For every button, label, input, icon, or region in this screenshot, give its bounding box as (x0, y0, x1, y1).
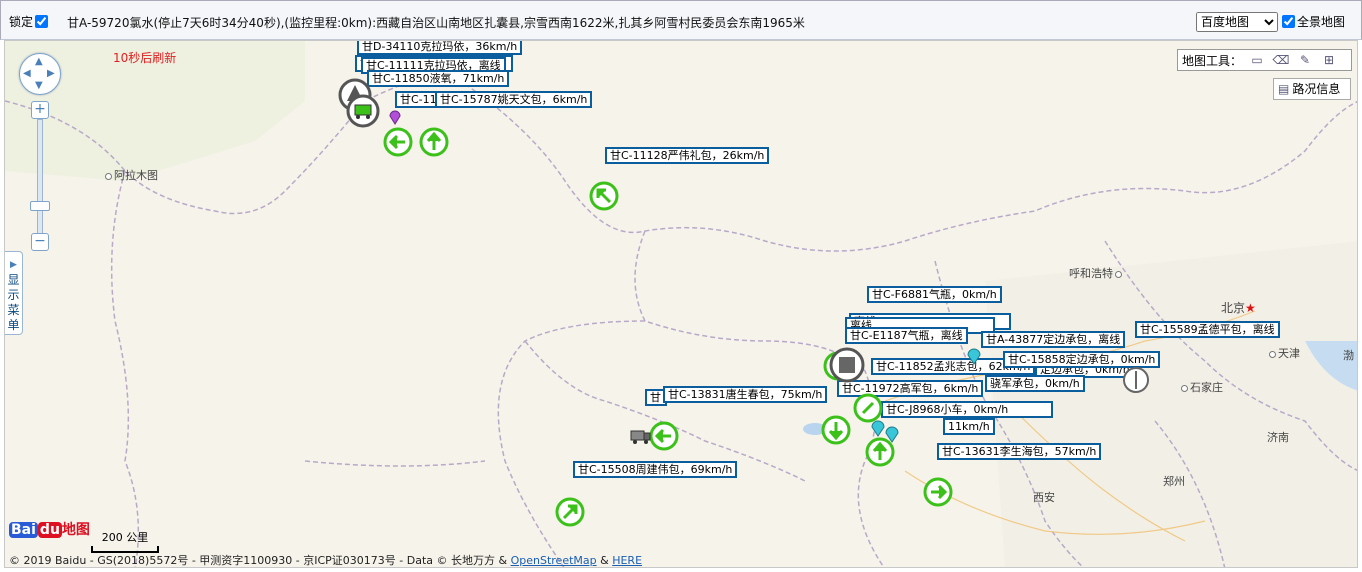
zoom-in-button[interactable]: + (31, 101, 49, 119)
zoom-slider-handle[interactable] (30, 201, 50, 211)
vehicle-label[interactable]: 甘C-F6881气瓶，0km/h (867, 286, 1002, 303)
vehicle-label[interactable]: 甘C-11128严伟礼包，26km/h (605, 147, 770, 164)
city-hohhot: 呼和浩特 (1069, 265, 1124, 281)
copyright-amp: & (600, 554, 609, 567)
eraser-icon[interactable]: ⌫ (1272, 52, 1290, 68)
full-view-label: 全景地图 (1297, 15, 1346, 29)
refresh-countdown: 10秒后刷新 (113, 51, 177, 65)
zoom-out-button[interactable]: − (31, 233, 49, 251)
ruler-icon[interactable]: ▭ (1248, 52, 1266, 68)
pan-left-icon[interactable]: ◀ (23, 69, 31, 79)
openstreetmap-link[interactable]: OpenStreetMap (511, 554, 597, 567)
map-background (5, 41, 1357, 567)
grid-icon[interactable]: ⊞ (1320, 52, 1338, 68)
direction-upright-icon[interactable] (555, 497, 585, 527)
zoom-slider-track[interactable] (37, 119, 43, 235)
traffic-label: 路况信息 (1292, 82, 1341, 96)
pan-control[interactable]: ▲ ▼ ◀ ▶ (19, 53, 61, 95)
pan-down-icon[interactable]: ▼ (35, 81, 43, 91)
vehicle-label[interactable]: 甘C-13831唐生春包，75km/h (663, 386, 828, 403)
copyright-text: © 2019 Baidu - GS(2018)5572号 - 甲测资字11009… (9, 554, 508, 567)
scale-label: 200 公里 (101, 531, 149, 544)
city-jinan: 济南 (1267, 431, 1289, 444)
city-beijing: 北京★ (1221, 301, 1256, 315)
direction-left-icon[interactable] (649, 421, 679, 451)
vehicle-label[interactable]: 甘C-J8968小车，0km/h (881, 401, 1053, 418)
map-tools-panel: 地图工具： ▭ ⌫ ✎ ⊞ (1177, 49, 1352, 71)
pan-up-icon[interactable]: ▲ (35, 57, 43, 67)
city-shijiazhuang: 石家庄 (1181, 379, 1223, 395)
direction-up-icon[interactable] (419, 127, 449, 157)
baidu-logo: Bai du 地图 (9, 522, 90, 538)
vehicle-label[interactable]: 甘C-15787姚天文包，6km/h (435, 91, 593, 108)
lock-checkbox[interactable] (35, 15, 49, 28)
copyright: © 2019 Baidu - GS(2018)5572号 - 甲测资字11009… (9, 552, 642, 567)
vehicle-status-text: 甘A-59720氯水(停止7天6时34分40秒),(监控里程:0km):西藏自治… (67, 16, 805, 30)
lock-toggle[interactable]: 锁定 (9, 13, 49, 30)
vehicle-label[interactable]: 甘C-11850液氧，71km/h (367, 70, 510, 87)
map-scale: 200 公里 (91, 529, 159, 553)
vehicle-label[interactable]: 甘C-E1187气瓶，离线 (845, 327, 968, 344)
show-menu-label: 显示菜单 (7, 273, 20, 332)
truck-icon[interactable] (345, 93, 381, 129)
location-pin-icon (871, 420, 885, 437)
city-xian: 西安 (1033, 491, 1055, 504)
location-pin-icon (967, 348, 981, 365)
full-view-checkbox[interactable] (1282, 15, 1295, 28)
vehicle-label[interactable]: 甘C-15589孟德平包，离线 (1135, 321, 1280, 338)
city-zhengzhou: 郑州 (1163, 475, 1185, 488)
vehicle-label[interactable]: 甘A-43877定边承包，离线 (981, 331, 1126, 348)
pointer-icon[interactable]: ✎ (1296, 52, 1314, 68)
direction-left-icon[interactable] (383, 127, 413, 157)
location-pin-icon (389, 110, 401, 125)
direction-upleft-icon[interactable] (589, 181, 619, 211)
vehicle-label[interactable]: 甘C-11 (395, 91, 439, 108)
sea-bohai: 渤 (1343, 349, 1354, 362)
map-canvas[interactable]: 10秒后刷新 ▲ ▼ ◀ ▶ + − ▶ 显示菜单 地图工具： ▭ ⌫ ✎ ⊞ … (4, 40, 1358, 568)
vehicle-label[interactable]: 11km/h (943, 418, 995, 435)
offline-vehicle-icon[interactable] (827, 345, 867, 385)
here-link[interactable]: HERE (612, 554, 642, 567)
expand-arrow-icon: ▶ (10, 260, 17, 270)
show-menu-tab[interactable]: ▶ 显示菜单 (5, 251, 23, 335)
toolbar: 锁定 甘A-59720氯水(停止7天6时34分40秒),(监控里程:0km):西… (0, 0, 1362, 40)
truck-icon[interactable] (629, 427, 651, 445)
vehicle-label[interactable]: 甘C-15508周建伟包，69km/h (573, 461, 738, 478)
map-tools-label: 地图工具： (1182, 53, 1243, 68)
location-pin-icon (885, 426, 899, 443)
vehicle-label[interactable]: 甘D-34110克拉玛依，36km/h (357, 41, 523, 55)
vehicle-label[interactable]: 甘C-13631李生海包，57km/h (937, 443, 1102, 460)
direction-right-icon[interactable] (923, 477, 953, 507)
offline-vehicle-icon[interactable] (1121, 365, 1151, 395)
direction-down-icon[interactable] (821, 415, 851, 445)
full-view-toggle[interactable]: 全景地图 (1282, 13, 1345, 30)
city-almaty: 阿拉木图 (105, 167, 158, 183)
map-type-select[interactable]: 百度地图 (1196, 12, 1278, 32)
lock-label: 锁定 (9, 15, 34, 29)
city-tianjin: 天津 (1269, 345, 1300, 361)
traffic-icon: ▤ (1278, 82, 1290, 96)
vehicle-label[interactable]: 骁军承包，0km/h (985, 375, 1085, 392)
pan-right-icon[interactable]: ▶ (47, 69, 55, 79)
traffic-info-button[interactable]: ▤ 路况信息 (1273, 78, 1351, 100)
